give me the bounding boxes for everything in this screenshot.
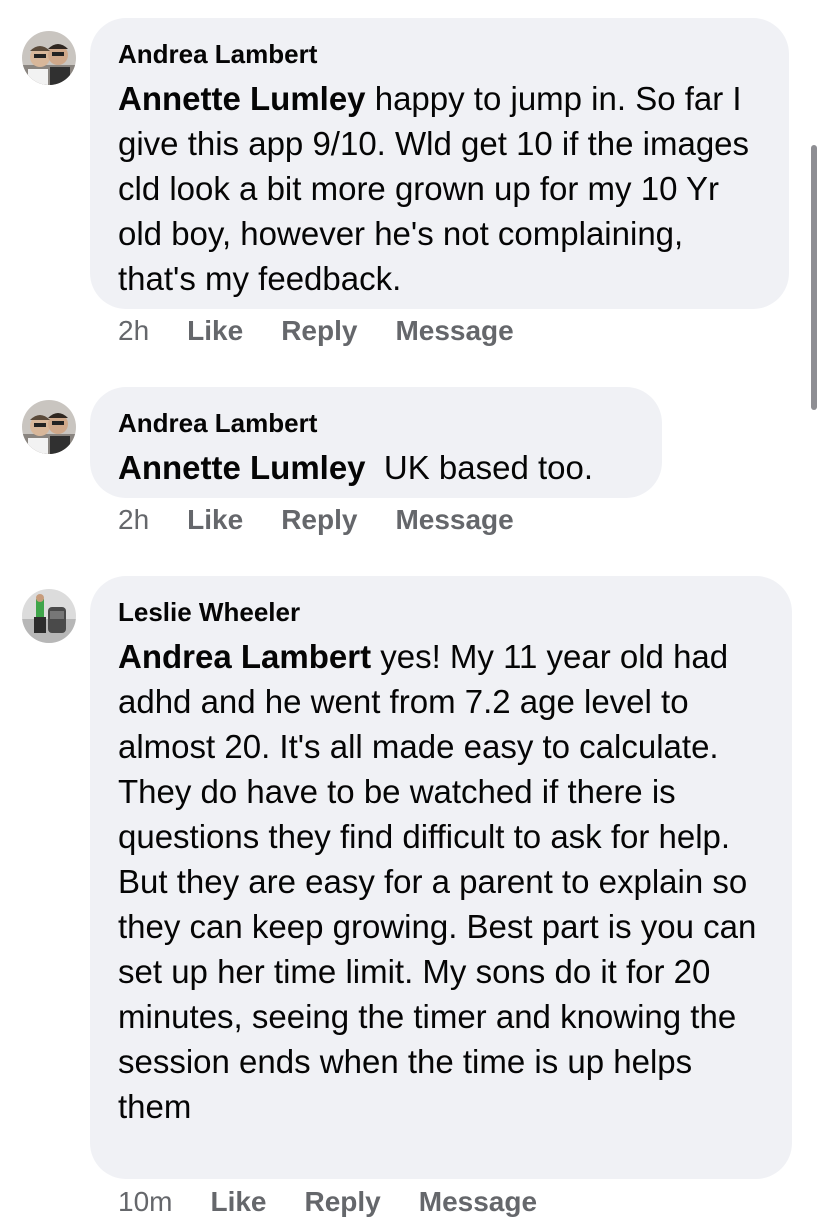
mention-link[interactable]: Annette Lumley	[118, 449, 366, 486]
reply-button[interactable]: Reply	[305, 1186, 381, 1218]
comment-actions: 2h Like Reply Message	[118, 315, 552, 347]
message-button[interactable]: Message	[395, 315, 513, 347]
comment-text: Annette Lumley happy to jump in. So far …	[118, 76, 761, 301]
reply-button[interactable]: Reply	[281, 315, 357, 347]
avatar[interactable]	[22, 31, 76, 85]
comment-actions: 2h Like Reply Message	[118, 504, 552, 536]
comment-actions: 10m Like Reply Message	[118, 1186, 575, 1218]
avatar[interactable]	[22, 589, 76, 643]
comment-body: UK based too.	[365, 449, 594, 486]
avatar[interactable]	[22, 400, 76, 454]
message-button[interactable]: Message	[419, 1186, 537, 1218]
comment-text: Annette Lumley UK based too.	[118, 445, 634, 490]
comment-text: Andrea Lambert yes! My 11 year old had a…	[118, 634, 764, 1129]
comment-author[interactable]: Leslie Wheeler	[118, 596, 764, 628]
like-button[interactable]: Like	[210, 1186, 266, 1218]
comment-bubble: Leslie Wheeler Andrea Lambert yes! My 11…	[90, 576, 792, 1179]
comment-timestamp[interactable]: 2h	[118, 315, 149, 347]
comment-body: yes! My 11 year old had adhd and he went…	[118, 638, 757, 1125]
reply-button[interactable]: Reply	[281, 504, 357, 536]
mention-link[interactable]: Annette Lumley	[118, 80, 366, 117]
scrollbar[interactable]	[811, 145, 817, 410]
comment-bubble: Andrea Lambert Annette Lumley happy to j…	[90, 18, 789, 309]
comment-author[interactable]: Andrea Lambert	[118, 407, 634, 439]
message-button[interactable]: Message	[395, 504, 513, 536]
comment-timestamp[interactable]: 10m	[118, 1186, 172, 1218]
comment-author[interactable]: Andrea Lambert	[118, 38, 761, 70]
comment-bubble: Andrea Lambert Annette Lumley UK based t…	[90, 387, 662, 498]
comment-timestamp[interactable]: 2h	[118, 504, 149, 536]
like-button[interactable]: Like	[187, 504, 243, 536]
mention-link[interactable]: Andrea Lambert	[118, 638, 371, 675]
like-button[interactable]: Like	[187, 315, 243, 347]
